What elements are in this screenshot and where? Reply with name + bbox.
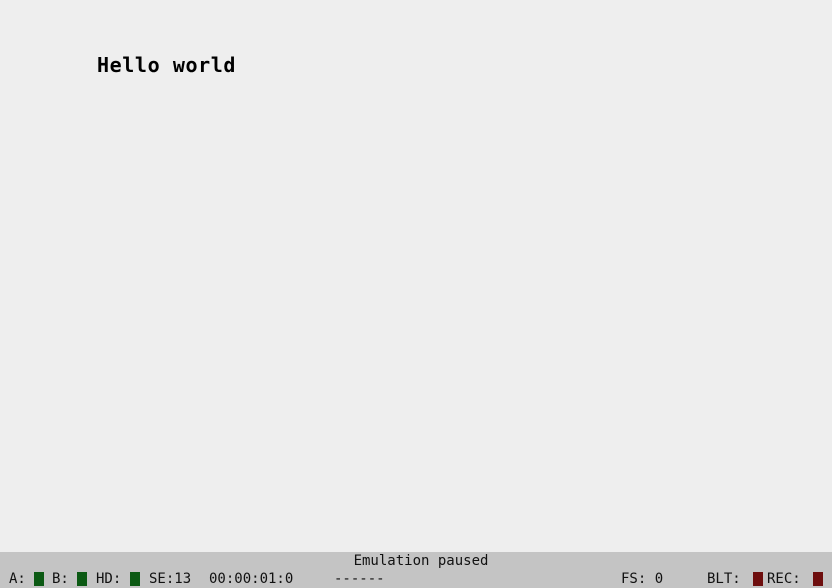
- status-bar: Emulation paused A: B: HD: SE:13 00:00:0…: [0, 552, 832, 588]
- drive-a-label: A:: [9, 571, 26, 587]
- drive-a-led-icon: [34, 572, 44, 586]
- timecode: 00:00:01:0: [209, 571, 294, 587]
- drive-b-label: B:: [52, 571, 69, 587]
- screen-output-text: Hello world: [97, 53, 237, 77]
- blt-led-icon: [753, 572, 763, 586]
- status-message: Emulation paused: [353, 553, 489, 569]
- fs-label: FS: 0: [621, 571, 664, 587]
- blt-label: BLT:: [707, 571, 741, 587]
- emulated-screen[interactable]: Hello world: [0, 0, 832, 552]
- hd-led-icon: [130, 572, 140, 586]
- track-info: ------: [334, 571, 385, 587]
- rec-label: REC:: [767, 571, 801, 587]
- emulator-window: Hello world Emulation paused A: B: HD: S…: [0, 0, 832, 588]
- hd-label: HD:: [96, 571, 122, 587]
- se-label: SE:13: [149, 571, 192, 587]
- drive-b-led-icon: [77, 572, 87, 586]
- rec-led-icon: [813, 572, 823, 586]
